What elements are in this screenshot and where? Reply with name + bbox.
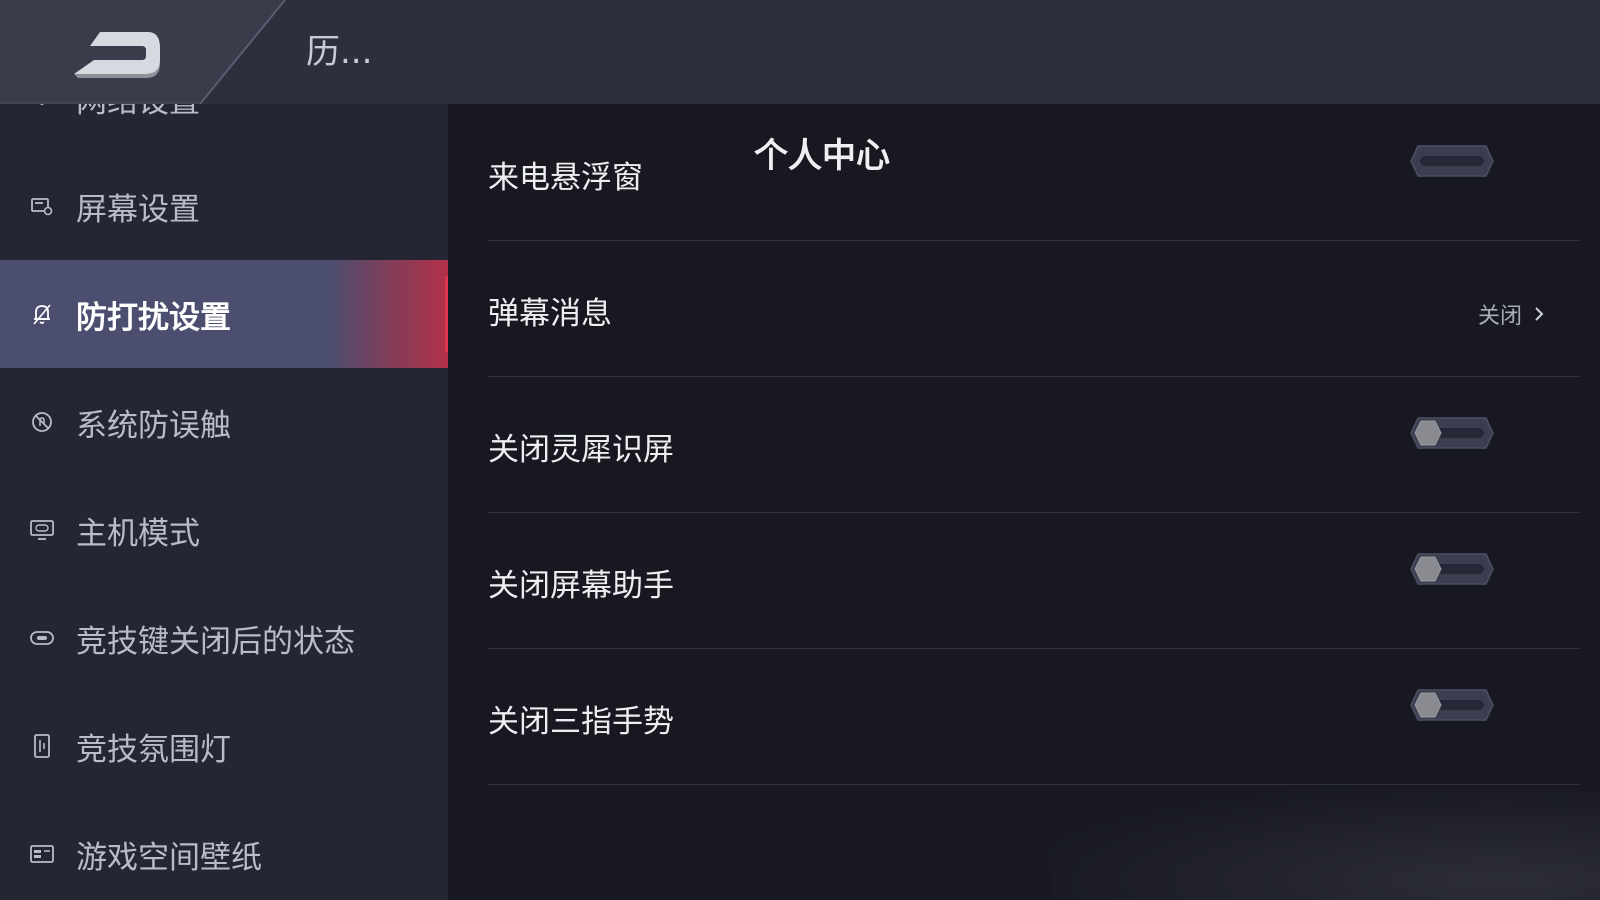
setting-label: 来电悬浮窗 [488,160,643,196]
sidebar-item-label: 屏幕设置 [76,191,200,228]
sidebar-item-do-not-disturb[interactable]: 防打扰设置 [0,260,448,368]
switch-icon [30,626,54,650]
sidebar-item-esports-key-state[interactable]: 竞技键关闭后的状态 [0,584,448,692]
sidebar-item-label: 防打扰设置 [76,299,231,336]
sidebar: 网络设置 屏幕设置 防打扰设置 系统防误触 主机模式 [0,0,448,900]
sidebar-item-label: 竞技氛围灯 [76,731,231,768]
gamepad-monitor-icon [30,518,54,542]
sidebar-item-label: 系统防误触 [76,407,231,444]
page-title: 个人中心 历... [306,28,890,176]
setting-label: 关闭屏幕助手 [488,568,674,604]
sidebar-item-anti-mistouch[interactable]: 系统防误触 [0,368,448,476]
bell-off-icon [30,302,54,326]
page-title-sub: 历... [306,32,373,72]
sidebar-item-host-mode[interactable]: 主机模式 [0,476,448,584]
page-title-main: 个人中心 [754,136,890,176]
sidebar-item-wallpaper[interactable]: 游戏空间壁纸 [0,800,448,900]
setting-label: 弹幕消息 [488,296,612,332]
setting-label: 关闭三指手势 [488,704,674,740]
back-arrow-icon[interactable] [60,18,170,86]
screen-settings-icon [30,194,54,218]
header-bar: 个人中心 历... [0,0,1600,176]
sidebar-item-label: 主机模式 [76,515,200,552]
touch-block-icon [30,410,54,434]
sidebar-item-screen[interactable]: 屏幕设置 [0,152,448,260]
app-root: 网络设置 屏幕设置 防打扰设置 系统防误触 主机模式 [0,0,1600,900]
light-bar-icon [30,734,54,758]
sidebar-item-label: 竞技键关闭后的状态 [76,623,355,660]
sidebar-item-esports-light[interactable]: 竞技氛围灯 [0,692,448,800]
wallpaper-icon [30,842,54,866]
sidebar-item-label: 游戏空间壁纸 [76,839,262,876]
setting-label: 关闭灵犀识屏 [488,432,674,468]
